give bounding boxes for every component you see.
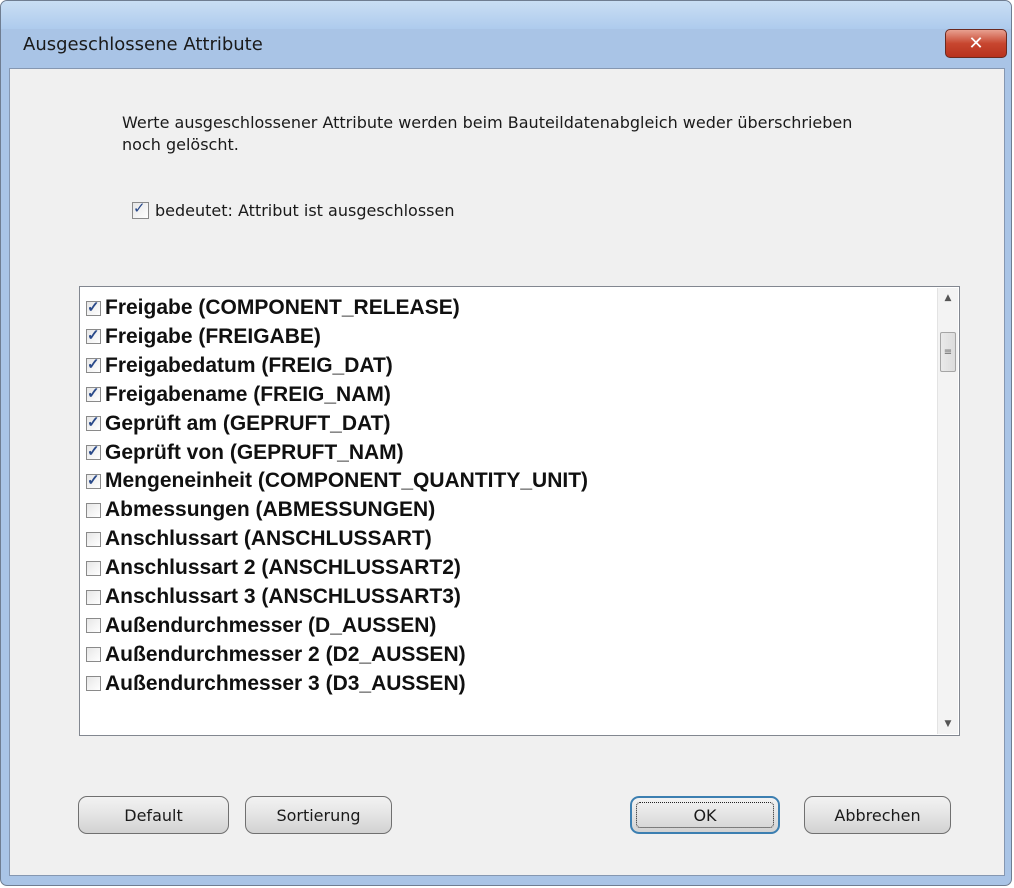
list-item-label: Anschlussart 3 (ANSCHLUSSART3) [105, 585, 461, 608]
sort-button[interactable]: Sortierung [245, 796, 392, 834]
checked-checkbox[interactable] [86, 384, 101, 403]
scroll-down-arrow-icon[interactable]: ▼ [938, 714, 958, 734]
checked-checkbox[interactable] [86, 442, 101, 460]
list-item-label: Geprüft am (GEPRUFT_DAT) [105, 411, 391, 435]
ok-button[interactable]: OK [630, 796, 780, 834]
unchecked-checkbox[interactable] [86, 502, 101, 518]
unchecked-checkbox[interactable] [86, 531, 101, 547]
list-item[interactable]: Geprüft von (GEPRUFT_NAM) [86, 439, 404, 467]
sort-button-label: Sortierung [276, 805, 361, 825]
unchecked-checkbox[interactable] [86, 618, 101, 634]
cancel-button[interactable]: Abbrechen [804, 796, 951, 834]
list-item[interactable]: Freigabename (FREIG_NAM) [86, 381, 391, 409]
checked-checkbox[interactable] [86, 413, 101, 432]
list-item[interactable]: Abmessungen (ABMESSUNGEN) [86, 496, 435, 524]
list-item-label: Mengeneinheit (COMPONENT_QUANTITY_UNIT) [105, 469, 589, 493]
list-item-label: Außendurchmesser 2 (D2_AUSSEN) [105, 642, 466, 666]
list-item[interactable]: Anschlussart (ANSCHLUSSART) [86, 525, 432, 553]
legend: bedeutet: Attribut ist ausgeschlossen [132, 199, 455, 220]
list-item-label: Außendurchmesser (D_AUSSEN) [105, 613, 437, 637]
default-button[interactable]: Default [78, 796, 229, 834]
checked-checkbox[interactable] [86, 471, 101, 489]
list-item-label: Freigabe (FREIGABE) [105, 324, 321, 348]
legend-checkbox-icon [132, 199, 149, 219]
list-item-label: Anschlussart 2 (ANSCHLUSSART2) [105, 556, 461, 580]
list-item[interactable]: Mengeneinheit (COMPONENT_QUANTITY_UNIT) [86, 467, 588, 495]
dialog-window: Ausgeschlossene Attribute ✕ Werte ausges… [0, 0, 1012, 886]
focus-rectangle [636, 802, 774, 828]
title-bar[interactable] [1, 1, 1011, 29]
scroll-up-arrow-icon[interactable]: ▲ [938, 288, 958, 308]
list-item[interactable]: Anschlussart 2 (ANSCHLUSSART2) [86, 554, 461, 582]
list-item-label: Freigabedatum (FREIG_DAT) [105, 353, 393, 377]
unchecked-checkbox[interactable] [86, 647, 101, 663]
list-item-label: Anschlussart (ANSCHLUSSART) [105, 527, 432, 551]
checked-checkbox[interactable] [86, 298, 101, 316]
checked-checkbox[interactable] [86, 326, 101, 345]
legend-label: bedeutet: Attribut ist ausgeschlossen [155, 201, 455, 220]
checked-checkbox[interactable] [86, 355, 101, 374]
list-item[interactable]: Freigabe (FREIGABE) [86, 323, 321, 351]
vertical-scrollbar[interactable]: ▲ ≡ ▼ [937, 288, 958, 734]
list-item[interactable]: Außendurchmesser 2 (D2_AUSSEN) [86, 641, 466, 669]
unchecked-checkbox[interactable] [86, 560, 101, 576]
attribute-list[interactable]: Freigabe (COMPONENT_RELEASE) Freigabe (FR… [79, 286, 960, 736]
list-item[interactable]: Geprüft am (GEPRUFT_DAT) [86, 410, 390, 438]
list-item[interactable]: Außendurchmesser 3 (D3_AUSSEN) [86, 670, 466, 698]
dialog-client-area: Werte ausgeschlossener Attribute werden … [9, 68, 1005, 876]
list-item[interactable]: Anschlussart 3 (ANSCHLUSSART3) [86, 583, 461, 611]
close-button[interactable]: ✕ [945, 29, 1007, 58]
list-item[interactable]: Freigabedatum (FREIG_DAT) [86, 352, 393, 380]
list-item-label: Freigabename (FREIG_NAM) [105, 382, 391, 406]
close-icon: ✕ [968, 33, 984, 54]
default-button-label: Default [124, 805, 183, 825]
window-title: Ausgeschlossene Attribute [23, 34, 263, 55]
list-item[interactable]: Freigabe (COMPONENT_RELEASE) [86, 294, 460, 322]
unchecked-checkbox[interactable] [86, 676, 101, 692]
unchecked-checkbox[interactable] [86, 589, 101, 605]
list-item-label: Außendurchmesser 3 (D3_AUSSEN) [105, 671, 466, 695]
list-item-label: Geprüft von (GEPRUFT_NAM) [105, 440, 404, 464]
list-item-label: Freigabe (COMPONENT_RELEASE) [105, 296, 460, 319]
scroll-thumb[interactable]: ≡ [940, 332, 956, 372]
description-text: Werte ausgeschlossener Attribute werden … [122, 113, 853, 154]
list-item-label: Abmessungen (ABMESSUNGEN) [105, 498, 436, 522]
list-item[interactable]: Außendurchmesser (D_AUSSEN) [86, 612, 436, 640]
cancel-button-label: Abbrechen [834, 805, 921, 825]
